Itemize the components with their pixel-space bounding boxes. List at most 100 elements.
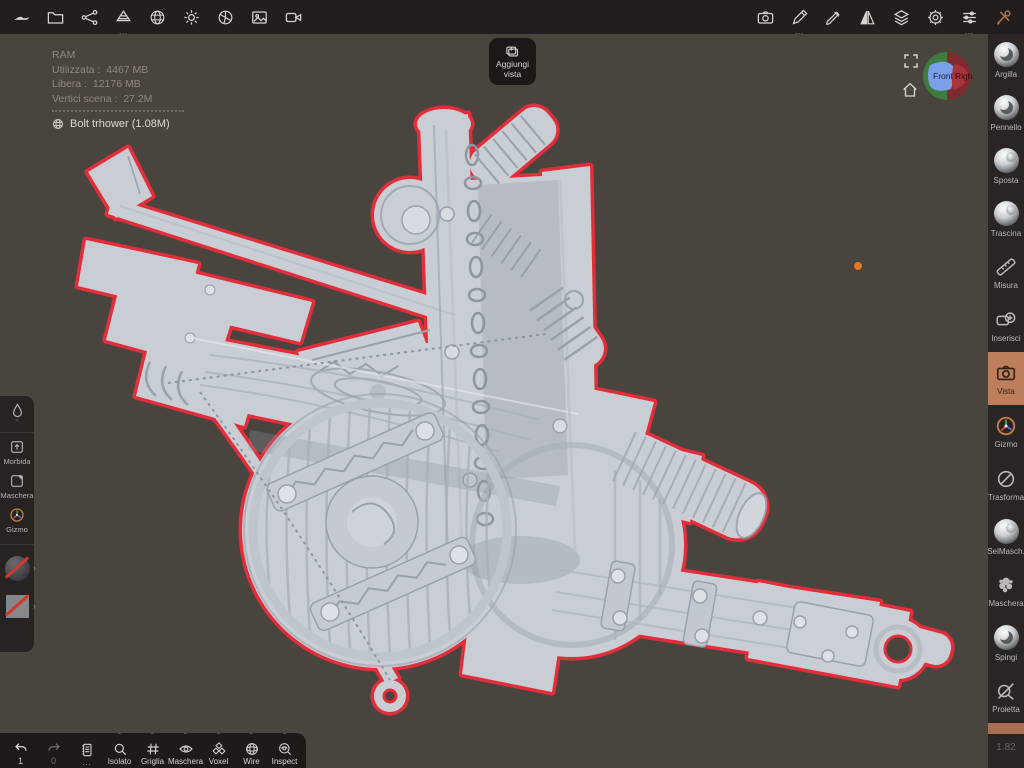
scene-object-label: Bolt trhower (1.08M) bbox=[70, 118, 170, 130]
memory-stats: RAM Utilizzata : 4467 MB Libera : 12176 … bbox=[52, 48, 184, 132]
tool-argilla[interactable]: Argilla bbox=[988, 34, 1024, 87]
folder-icon[interactable] bbox=[38, 0, 72, 34]
tool-trasforma[interactable]: Trasforma bbox=[988, 458, 1024, 511]
stroke-morbida-button[interactable]: Morbida bbox=[0, 439, 34, 466]
select-mask-sphere-icon bbox=[993, 519, 1019, 544]
push-sphere-icon bbox=[993, 625, 1019, 650]
aperture-icon[interactable] bbox=[208, 0, 242, 34]
top-toolbar-left: … bbox=[4, 0, 310, 36]
next-tool-highlight[interactable] bbox=[988, 723, 1024, 734]
grid-icon bbox=[146, 743, 159, 755]
insert-shape-icon bbox=[996, 311, 1016, 325]
nomad-sculpt-app: { "colors":{ "canvas_bg":"#4a443f","topb… bbox=[0, 0, 1024, 768]
add-view-button[interactable]: Aggiungi vista bbox=[489, 38, 536, 85]
home-icon[interactable] bbox=[901, 81, 919, 99]
undo-icon bbox=[14, 743, 27, 751]
divider bbox=[0, 544, 34, 545]
gizmo-icon bbox=[996, 416, 1016, 435]
sliders-icon[interactable]: … bbox=[952, 0, 986, 36]
falloff-droplet-icon[interactable] bbox=[9, 402, 26, 419]
tool-trascina[interactable]: Trascina bbox=[988, 193, 1024, 246]
transform-icon bbox=[997, 470, 1015, 487]
toggle-griglia[interactable]: ˆ Griglia bbox=[136, 733, 169, 767]
top-toolbar-right: … … bbox=[748, 0, 1020, 36]
mesh-sphere-icon bbox=[53, 119, 63, 130]
tool-spingi[interactable]: Spingi bbox=[988, 617, 1024, 670]
scene-pyramid-icon[interactable]: … bbox=[106, 0, 140, 36]
isolate-magnifier-icon bbox=[114, 743, 126, 756]
left-tool-panel: ˇ Morbida Maschera Gizmo › › bbox=[0, 396, 36, 652]
wireframe-sphere-icon bbox=[245, 743, 258, 755]
pencil-icon[interactable]: … bbox=[782, 0, 816, 36]
toggle-isolato[interactable]: ˆ Isolato bbox=[103, 733, 136, 767]
inspect-eye-magnifier-icon bbox=[278, 743, 291, 756]
caret-down-icon: ˇ bbox=[15, 418, 19, 428]
layers-icon[interactable] bbox=[884, 0, 918, 34]
toggle-voxel[interactable]: ˆ Voxel bbox=[202, 733, 235, 767]
logo-icon[interactable] bbox=[4, 0, 38, 34]
history-notebook-icon bbox=[81, 743, 92, 757]
soft-stroke-icon bbox=[11, 441, 23, 453]
add-view-label: Aggiungi vista bbox=[495, 59, 530, 79]
video-camera-icon[interactable] bbox=[276, 0, 310, 34]
stroke-maschera-button[interactable]: Maschera bbox=[0, 473, 34, 500]
mask-square-icon bbox=[11, 475, 23, 487]
eye-icon bbox=[178, 745, 193, 753]
divider bbox=[0, 432, 34, 433]
stats-divider bbox=[52, 110, 184, 112]
radius-value: 1.82 bbox=[996, 742, 1016, 753]
ball-front-label: Front bbox=[933, 71, 953, 81]
screenshot-camera-icon[interactable] bbox=[748, 0, 782, 34]
brush-sphere-icon bbox=[993, 95, 1019, 120]
tool-misura[interactable]: Misura bbox=[988, 246, 1024, 299]
mask-splat-icon bbox=[999, 577, 1013, 592]
texture-swatch[interactable]: › bbox=[4, 593, 36, 619]
gizmo-icon bbox=[10, 508, 24, 522]
stats-free: Libera : 12176 MB bbox=[52, 78, 141, 90]
toggle-wire[interactable]: ˆ Wire bbox=[235, 733, 268, 767]
sun-icon[interactable] bbox=[174, 0, 208, 34]
project-icon bbox=[997, 682, 1014, 700]
redo-button[interactable]: 0 bbox=[37, 740, 70, 766]
fullscreen-icon[interactable] bbox=[902, 52, 920, 70]
bottom-toolbar: 1 0 … ˆ Isolato ˆ Griglia ˆ Maschera ˆ V… bbox=[0, 733, 306, 768]
drag-sphere-icon bbox=[993, 201, 1019, 226]
stats-vertices: Vertici scena : 27.2M bbox=[52, 92, 153, 105]
tool-proietta[interactable]: Proietta bbox=[988, 670, 1024, 723]
move-sphere-icon bbox=[993, 148, 1019, 173]
tool-sposta[interactable]: Sposta bbox=[988, 140, 1024, 193]
view-camera-icon bbox=[996, 365, 1016, 380]
undo-count: 1 bbox=[17, 756, 23, 766]
material-swatch[interactable]: › bbox=[4, 555, 36, 581]
top-toolbar: … … … bbox=[0, 0, 1024, 36]
history-button[interactable]: … bbox=[70, 742, 103, 767]
ruler-icon bbox=[996, 257, 1016, 276]
chevron-right-icon: › bbox=[33, 601, 36, 611]
stats-title: RAM bbox=[52, 49, 76, 61]
stats-used: Utilizzata : 4467 MB bbox=[52, 63, 149, 76]
orientation-ball[interactable]: Front Right bbox=[922, 51, 972, 101]
tool-pennello[interactable]: Pennello bbox=[988, 87, 1024, 140]
symmetry-icon[interactable] bbox=[850, 0, 884, 34]
stroke-cursor-dot bbox=[854, 262, 862, 270]
undo-button[interactable]: 1 bbox=[4, 740, 37, 766]
toggle-maschera[interactable]: ˆ Maschera bbox=[168, 733, 203, 767]
node-graph-icon[interactable] bbox=[72, 0, 106, 34]
gizmo-shortcut-button[interactable]: Gizmo bbox=[0, 507, 34, 534]
paintbrush-icon[interactable] bbox=[816, 0, 850, 34]
chevron-right-icon: › bbox=[33, 563, 36, 573]
toggle-inspect[interactable]: ˆ Inspect bbox=[268, 733, 301, 767]
scene-object-row[interactable]: Bolt trhower (1.08M) bbox=[52, 117, 184, 132]
tools-icon[interactable] bbox=[986, 0, 1020, 34]
tool-vista-active[interactable]: Vista bbox=[988, 352, 1024, 405]
gear-icon[interactable] bbox=[918, 0, 952, 34]
tool-gizmo[interactable]: Gizmo bbox=[988, 405, 1024, 458]
tool-inserisci[interactable]: Inserisci bbox=[988, 299, 1024, 352]
image-icon[interactable] bbox=[242, 0, 276, 34]
redo-icon bbox=[47, 743, 60, 751]
globe-icon[interactable] bbox=[140, 0, 174, 34]
ball-right-label: Right bbox=[955, 71, 972, 81]
redo-count: 0 bbox=[50, 756, 56, 766]
tool-selmasch[interactable]: SelMasch. bbox=[987, 511, 1024, 564]
tool-maschera[interactable]: Maschera bbox=[988, 564, 1024, 617]
